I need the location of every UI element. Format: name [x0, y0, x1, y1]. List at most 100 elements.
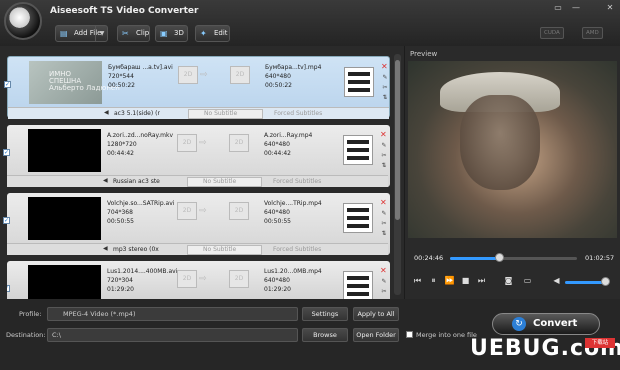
open-folder-button[interactable]: Open Folder [353, 328, 399, 342]
item-checkbox[interactable]: ✓ [3, 217, 10, 224]
item-checkbox[interactable]: ✓ [7, 285, 10, 292]
convert-icon: ↻ [512, 317, 526, 331]
destination-field[interactable]: C:\ [47, 328, 298, 342]
edit-small-icon[interactable]: ✎ [380, 210, 388, 218]
remove-icon[interactable]: ✕ [380, 131, 387, 139]
clip-small-icon[interactable]: ✂ [381, 84, 389, 92]
profile-select[interactable]: MPEG-4 Video (*.mp4) [47, 307, 298, 321]
add-file-icon: ▤ [60, 29, 68, 38]
output-info: Бумбара...tv].mp4 640*480 00:50:22 [265, 64, 322, 89]
video-thumbnail [28, 197, 101, 240]
merge-label: Merge into one file [416, 331, 477, 339]
next-icon[interactable]: ⏭ [476, 276, 487, 286]
browse-button[interactable]: Browse [302, 328, 348, 342]
item-options-bar: ◀ mp3 stereo (0x No Subtitle Forced Subt… [7, 243, 388, 255]
amd-badge: AMD [582, 27, 603, 39]
speaker-icon: ◀ [103, 177, 108, 184]
output-info: Volchje....TRip.mp4 640*480 00:50:55 [264, 200, 322, 225]
prev-frame-icon[interactable]: ⏮ [412, 276, 423, 286]
output-info: A.zori...Ray.mp4 640*480 00:44:42 [264, 132, 313, 157]
3d-button[interactable]: ▣ 3D [155, 25, 188, 42]
merge-small-icon[interactable]: ⇅ [380, 230, 388, 238]
restore-button[interactable]: ▭ [552, 3, 564, 13]
3d-icon: ▣ [160, 29, 168, 38]
watermark-badge: 下载站 [585, 338, 615, 348]
file-item[interactable]: ✓ A.zori..zd...noRay.mkv 1280*720 00:44:42… [3, 125, 390, 187]
add-file-dropdown[interactable]: ▼ [95, 25, 108, 42]
app-title: Aiseesoft TS Video Converter [50, 6, 199, 16]
merge-small-icon[interactable]: ⇅ [380, 162, 388, 170]
item-checkbox[interactable]: ✓ [4, 81, 11, 88]
subtitle-select[interactable]: No Subtitle [187, 177, 262, 187]
video-thumbnail: ИМНО СПЕШНА Альберто Ладюнен [29, 61, 120, 104]
forced-subtitles-checkbox[interactable]: Forced Subtitles [265, 245, 321, 254]
merge-checkbox[interactable] [406, 331, 413, 338]
video-thumbnail [28, 129, 101, 172]
file-item[interactable]: ✓ ИМНО СПЕШНА Альберто Ладюнен Бумбараш … [4, 56, 390, 119]
convert-button[interactable]: Convert [492, 313, 600, 335]
scissors-icon: ✂ [122, 29, 129, 38]
forced-subtitles-checkbox[interactable]: Forced Subtitles [266, 109, 322, 118]
minimize-button[interactable]: — [570, 3, 582, 13]
seek-progress [450, 257, 500, 260]
seek-handle[interactable] [495, 253, 504, 262]
speaker-icon: ◀ [103, 245, 108, 252]
convert-arrow: 2D ⇨ 2D [177, 202, 262, 220]
output-format-icon[interactable] [344, 67, 374, 97]
output-format-icon[interactable] [343, 271, 373, 299]
subtitle-select[interactable]: No Subtitle [187, 245, 262, 255]
audio-track-select[interactable]: mp3 stereo (0x [113, 245, 183, 255]
clip-small-icon[interactable]: ✂ [380, 288, 388, 296]
volume-icon[interactable]: ◀ [551, 276, 562, 286]
convert-arrow: 2D ⇨ 2D [177, 134, 262, 152]
source-info: Volchje.so...SATRip.avi 704*368 00:50:55 [107, 200, 175, 225]
cuda-badge: CUDA [540, 27, 564, 39]
clip-small-icon[interactable]: ✂ [380, 220, 388, 228]
output-format-icon[interactable] [343, 203, 373, 233]
edit-icon: ✦ [200, 29, 207, 38]
output-format-icon[interactable] [343, 135, 373, 165]
edit-button[interactable]: ✦ Edit [195, 25, 230, 42]
item-checkbox[interactable]: ✓ [3, 149, 10, 156]
settings-button[interactable]: Settings [302, 307, 348, 321]
clip-small-icon[interactable]: ✂ [380, 152, 388, 160]
folder-icon[interactable]: ▭ [522, 276, 533, 286]
subtitle-select[interactable]: No Subtitle [188, 109, 263, 119]
speaker-icon: ◀ [104, 109, 109, 116]
pause-icon[interactable]: ⏸ [428, 276, 439, 286]
edit-small-icon[interactable]: ✎ [380, 142, 388, 150]
stop-icon[interactable]: ■ [460, 276, 471, 286]
video-frame-face [460, 95, 540, 190]
item-options-bar: ◀ Russian ac3 ste No Subtitle Forced Sub… [7, 175, 388, 187]
current-time: 00:24:46 [414, 254, 444, 262]
apply-to-all-button[interactable]: Apply to All [353, 307, 399, 321]
fast-forward-icon[interactable]: ⏩ [444, 276, 455, 286]
volume-slider[interactable] [565, 281, 605, 284]
volume-handle[interactable] [601, 277, 610, 286]
scrollbar-thumb[interactable] [395, 60, 400, 220]
snapshot-icon[interactable]: ◙ [503, 276, 514, 286]
file-item[interactable]: ✓ Volchje.so...SATRip.avi 704*368 00:50:55… [3, 193, 390, 255]
file-item[interactable]: ✓ Lus1.2014....400MB.avi720*30401:29:20 … [7, 261, 390, 299]
remove-icon[interactable]: ✕ [380, 199, 387, 207]
output-info: Lus1.20...0MB.mp4 640*480 01:29:20 [264, 268, 322, 293]
source-info: Бумбараш ...a.tv].avi 720*544 00:50:22 [108, 64, 173, 89]
edit-small-icon[interactable]: ✎ [381, 74, 389, 82]
clip-button[interactable]: ✂ Clip [117, 25, 150, 42]
destination-label: Destination: [6, 331, 46, 339]
total-time: 01:02:57 [585, 254, 615, 262]
audio-track-select[interactable]: ac3 5.1(side) (r [114, 109, 184, 119]
source-info: Lus1.2014....400MB.avi 720*304 01:29:20 [107, 268, 178, 293]
convert-arrow: 2D ⇨ 2D [177, 270, 262, 288]
merge-small-icon[interactable]: ⇅ [381, 94, 389, 102]
app-logo [4, 2, 42, 40]
remove-icon[interactable]: ✕ [381, 63, 388, 71]
source-info: A.zori..zd...noRay.mkv 1280*720 00:44:42 [107, 132, 174, 157]
forced-subtitles-checkbox[interactable]: Forced Subtitles [265, 177, 321, 186]
audio-track-select[interactable]: Russian ac3 ste [113, 177, 183, 187]
edit-small-icon[interactable]: ✎ [380, 278, 388, 286]
remove-icon[interactable]: ✕ [380, 267, 387, 275]
preview-label: Preview [410, 50, 438, 58]
close-button[interactable]: ✕ [604, 3, 616, 13]
video-thumbnail [28, 265, 101, 299]
